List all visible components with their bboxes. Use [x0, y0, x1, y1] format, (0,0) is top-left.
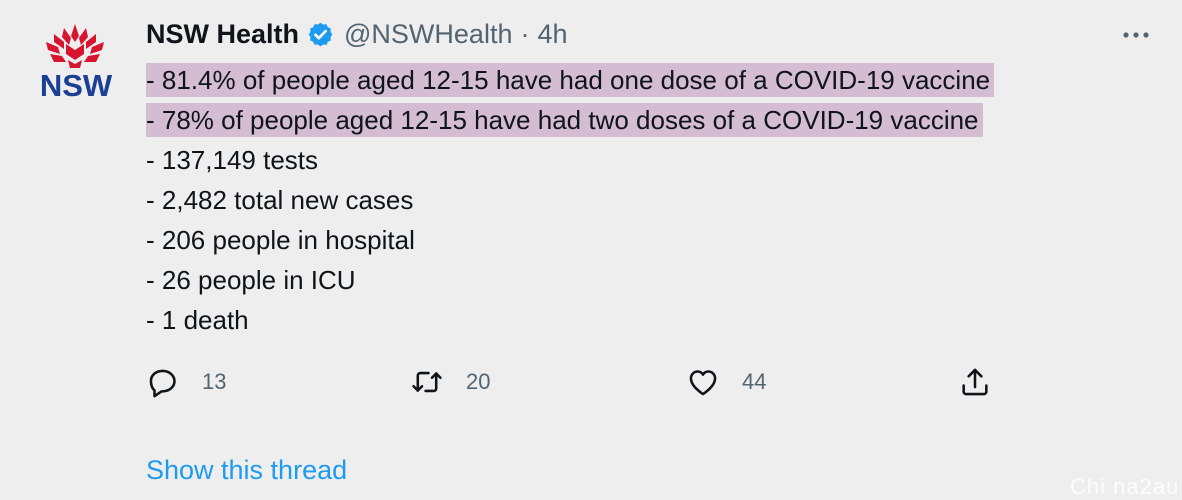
retweet-button[interactable]: 20 — [410, 362, 490, 402]
verified-badge-icon — [308, 22, 333, 46]
retweet-icon — [412, 371, 442, 393]
waratah-flower-icon — [46, 24, 104, 68]
tweet[interactable]: NSW NSW Health @NSWHealth · 4h - 81.4% o… — [0, 0, 1182, 500]
retweet-count: 20 — [466, 369, 491, 394]
highlighted-text: - 78% of people aged 12-15 have had two … — [146, 103, 983, 137]
line-text: - 26 people in ICU — [146, 265, 356, 295]
tweet-actions: 13 20 44 — [146, 362, 1026, 402]
more-dots-icon[interactable] — [1118, 20, 1154, 50]
user-handle[interactable]: @NSWHealth — [344, 19, 512, 50]
tweet-line: - 81.4% of people aged 12-15 have had on… — [146, 60, 995, 100]
line-text: - 137,149 tests — [146, 145, 318, 175]
tweet-line: - 2,482 total new cases — [146, 180, 994, 220]
line-text: - 1 death — [146, 305, 249, 335]
show-thread-link[interactable]: Show this thread — [146, 455, 347, 486]
reply-count: 13 — [202, 369, 227, 394]
header-separator: · — [520, 18, 530, 49]
tweet-line: - 78% of people aged 12-15 have had two … — [146, 100, 994, 140]
reply-icon — [149, 369, 176, 398]
nsw-logo-text: NSW — [39, 68, 113, 103]
tweet-line: - 206 people in hospital — [146, 220, 994, 260]
tweet-line: - 137,149 tests — [146, 140, 994, 180]
heart-icon — [689, 370, 717, 396]
tweet-body: - 81.4% of people aged 12-15 have had on… — [146, 60, 995, 340]
watermark: Chi na2au — [1070, 474, 1180, 499]
tweet-line: - 1 death — [146, 300, 994, 340]
like-button[interactable]: 44 — [686, 362, 766, 402]
highlighted-text: - 81.4% of people aged 12-15 have had on… — [146, 63, 995, 97]
line-text: - 2,482 total new cases — [146, 185, 414, 215]
like-count: 44 — [742, 369, 767, 394]
share-icon — [962, 368, 988, 396]
tweet-line: - 26 people in ICU — [146, 260, 994, 300]
share-button[interactable] — [958, 362, 992, 402]
tweet-header: NSW Health @NSWHealth · 4h — [146, 16, 568, 52]
line-text: - 206 people in hospital — [146, 225, 415, 255]
reply-button[interactable]: 13 — [146, 362, 226, 402]
tweet-timestamp[interactable]: 4h — [537, 19, 567, 50]
avatar[interactable]: NSW — [30, 22, 120, 103]
display-name[interactable]: NSW Health — [146, 19, 299, 50]
